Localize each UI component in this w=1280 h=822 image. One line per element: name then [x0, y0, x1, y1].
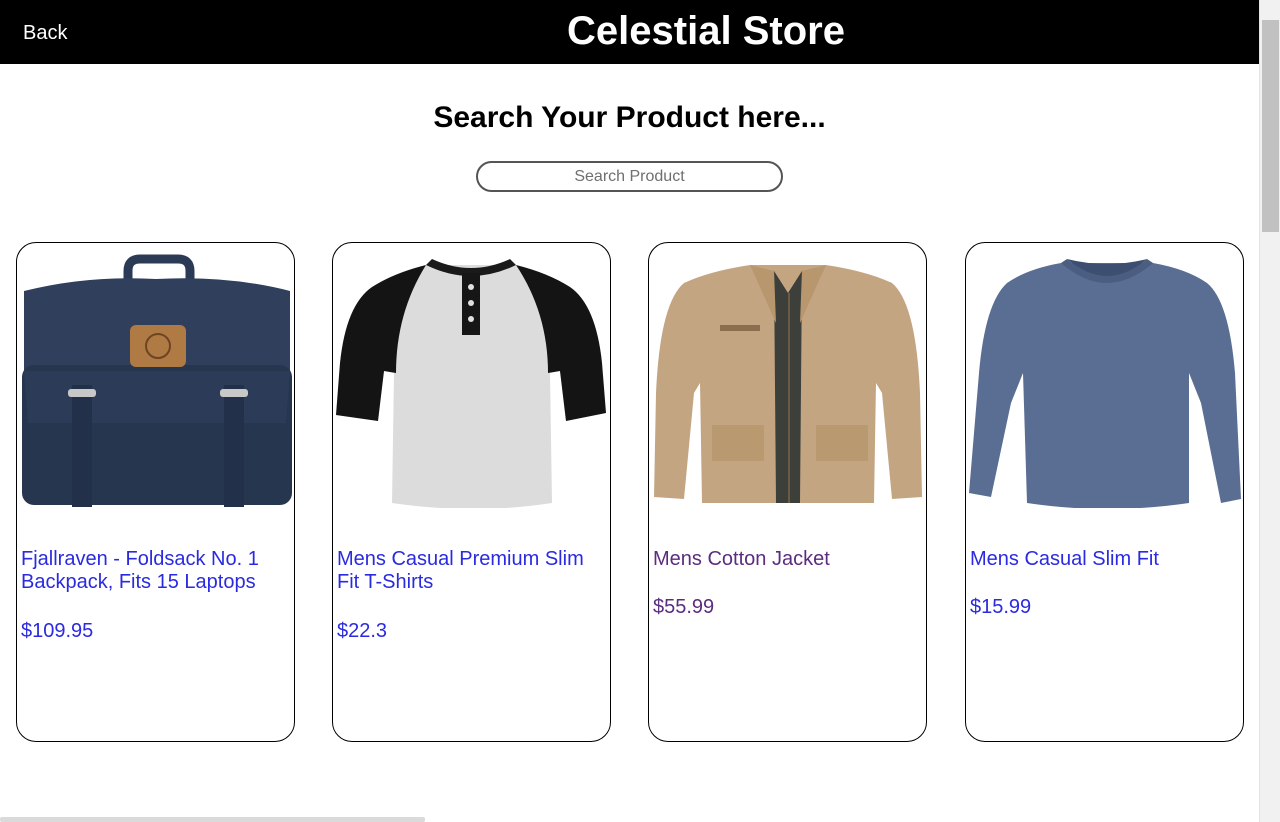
product-image-longsleeve	[969, 259, 1241, 508]
product-card[interactable]: Fjallraven - Foldsack No. 1 Backpack, Fi…	[16, 242, 295, 742]
product-name: Mens Cotton Jacket	[653, 548, 830, 570]
product-price: $15.99	[970, 596, 1032, 618]
header-bar: Back Celestial Store	[0, 0, 1259, 64]
product-image-backpack	[22, 254, 292, 507]
product-price: $22.3	[337, 620, 388, 642]
product-card[interactable]: Mens Cotton Jacket $55.99	[648, 242, 927, 742]
product-price: $109.95	[21, 620, 94, 642]
horizontal-scrollbar-thumb[interactable]	[0, 817, 425, 822]
vertical-scrollbar[interactable]	[1259, 0, 1280, 822]
product-name: Fjallraven - Foldsack No. 1 Backpack, Fi…	[21, 548, 259, 593]
vertical-scrollbar-thumb[interactable]	[1262, 20, 1279, 232]
product-card[interactable]: Mens Casual Slim Fit $15.99	[965, 242, 1244, 742]
page: Back Celestial Store Search Your Product…	[0, 0, 1259, 822]
product-name: Mens Casual Slim Fit	[970, 548, 1159, 570]
product-price: $55.99	[653, 596, 715, 618]
product-image-tshirt	[336, 259, 606, 508]
product-name: Mens Casual Premium Slim Fit T-Shirts	[337, 548, 584, 593]
product-image-jacket	[654, 265, 922, 503]
search-heading: Search Your Product here...	[433, 101, 826, 134]
store-title: Celestial Store	[567, 9, 845, 53]
product-card[interactable]: Mens Casual Premium Slim Fit T-Shirts $2…	[332, 242, 611, 742]
search-input[interactable]	[476, 161, 783, 192]
